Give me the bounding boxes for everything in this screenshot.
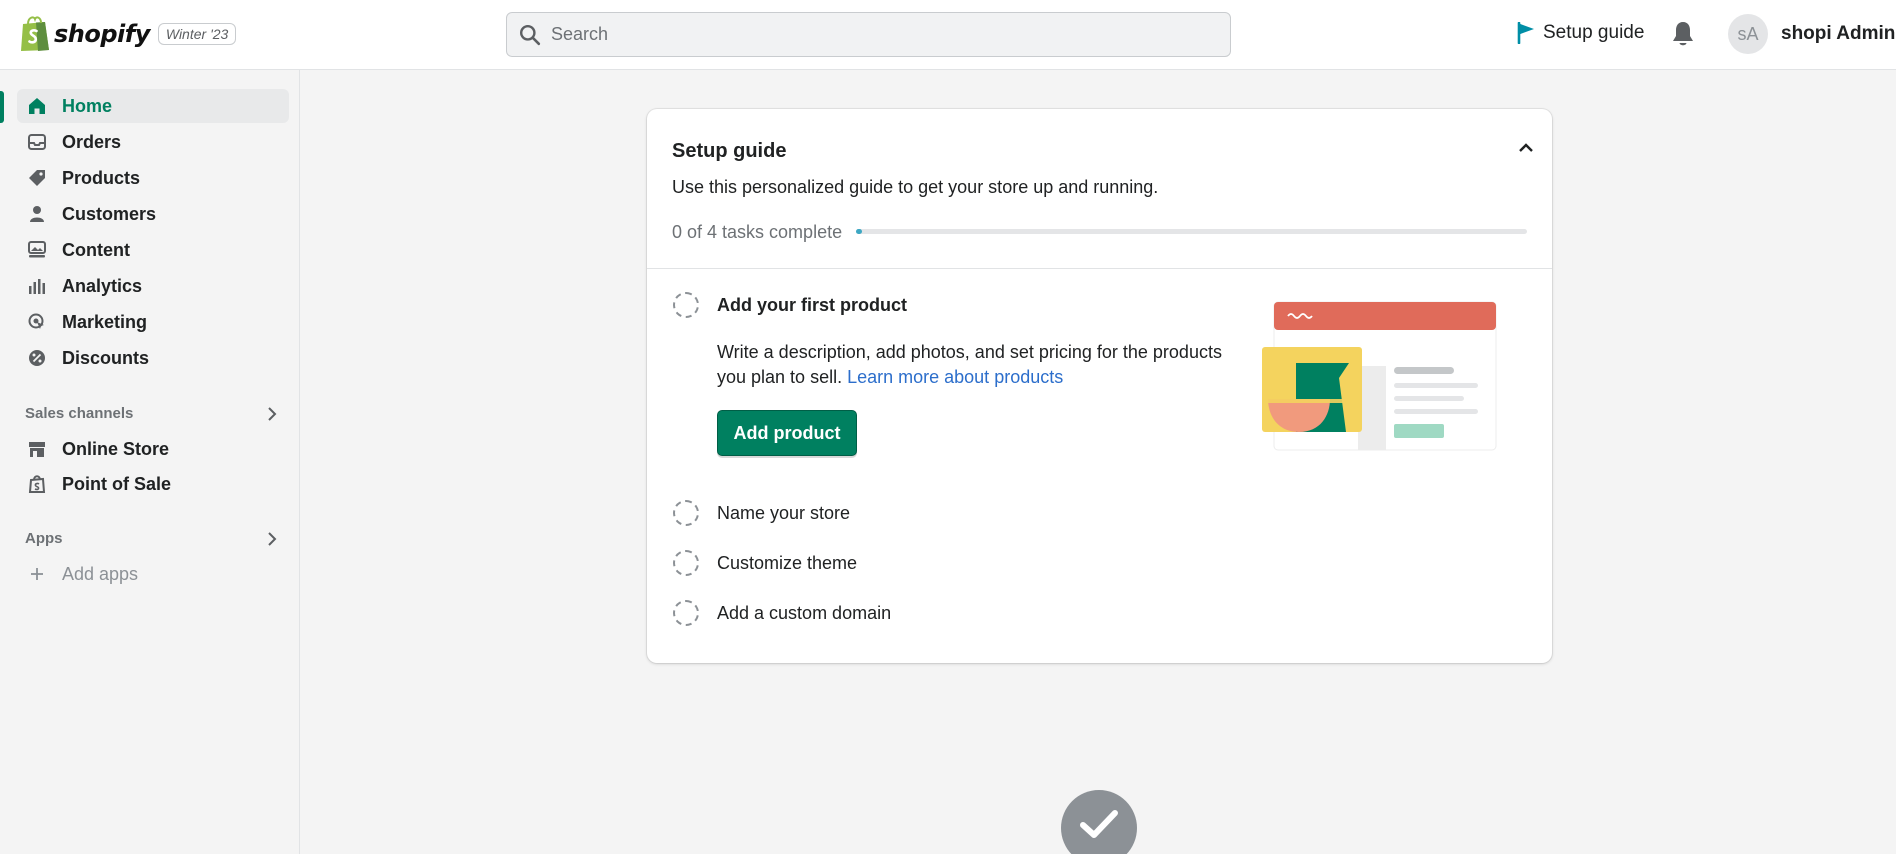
apps-heading: Apps xyxy=(25,530,63,547)
sidebar-item-label: Orders xyxy=(62,131,122,152)
sidebar-item-add-apps[interactable]: Add apps xyxy=(17,557,289,591)
card-title: Setup guide xyxy=(672,140,787,162)
sidebar-item-label: Point of Sale xyxy=(62,473,172,494)
search-icon xyxy=(519,24,541,45)
sidebar-item-label: Analytics xyxy=(62,275,143,296)
sidebar-item-label: Marketing xyxy=(62,311,148,332)
setup-guide-label: Setup guide xyxy=(1543,22,1645,43)
task-status-circle[interactable] xyxy=(673,500,699,526)
home-icon xyxy=(27,96,47,116)
shopify-bag-icon xyxy=(21,16,49,51)
brand-wordmark: shopify xyxy=(54,19,150,48)
task-description: Write a description, add photos, and set… xyxy=(717,340,1237,390)
product-illustration xyxy=(1262,301,1497,451)
divider xyxy=(647,268,1552,269)
sidebar-item-label: Add apps xyxy=(62,563,139,584)
person-icon xyxy=(27,204,47,224)
checkmark-circle-icon xyxy=(1061,790,1137,854)
task-status-circle[interactable] xyxy=(673,600,699,626)
setup-guide-card: Setup guide Use this personalized guide … xyxy=(647,109,1552,663)
learn-more-link[interactable]: Learn more about products xyxy=(847,367,1063,387)
sales-channels-header[interactable]: Sales channels xyxy=(25,405,277,422)
edition-badge: Winter '23 xyxy=(157,22,237,45)
sidebar-item-content[interactable]: Content xyxy=(17,233,289,267)
sidebar-item-label: Online Store xyxy=(62,438,170,459)
task-custom-domain[interactable]: Add a custom domain xyxy=(717,603,891,624)
user-menu[interactable]: sA shopi Admin xyxy=(1728,14,1895,54)
sidebar-item-products[interactable]: Products xyxy=(17,161,289,195)
sidebar-item-label: Customers xyxy=(62,203,157,224)
chevron-right-icon xyxy=(268,531,277,546)
task-customize-theme[interactable]: Customize theme xyxy=(717,553,857,574)
sidebar-item-discounts[interactable]: Discounts xyxy=(17,341,289,375)
task-status-circle[interactable] xyxy=(673,292,699,318)
image-icon xyxy=(27,240,47,260)
add-product-button[interactable]: Add product xyxy=(717,410,857,456)
plus-icon xyxy=(27,564,47,584)
target-icon xyxy=(27,312,47,332)
flag-icon xyxy=(1517,22,1534,44)
sidebar-item-home[interactable]: Home xyxy=(17,89,289,123)
progress-bar xyxy=(856,229,1527,234)
top-bar: shopify Winter '23 Setup guide sA shopi … xyxy=(0,0,1896,70)
search-bar[interactable] xyxy=(506,12,1231,57)
shopify-logo[interactable]: shopify Winter '23 xyxy=(18,15,237,52)
progress-text: 0 of 4 tasks complete xyxy=(672,222,843,242)
sidebar-item-label: Content xyxy=(62,239,130,260)
inbox-icon xyxy=(27,132,47,152)
sidebar-item-online-store[interactable]: Online Store xyxy=(17,432,289,466)
progress-fill xyxy=(856,229,862,234)
sidebar: Home Orders Products Customers Content A… xyxy=(0,70,300,854)
chevron-right-icon xyxy=(268,406,277,421)
pos-bag-icon xyxy=(27,474,47,494)
card-subtitle: Use this personalized guide to get your … xyxy=(672,177,1159,197)
store-icon xyxy=(27,439,47,459)
task-add-product-title[interactable]: Add your first product xyxy=(717,295,907,316)
bar-chart-icon xyxy=(27,276,47,296)
sidebar-item-analytics[interactable]: Analytics xyxy=(17,269,289,303)
tag-icon xyxy=(27,168,47,188)
sales-channels-heading: Sales channels xyxy=(25,405,134,422)
sidebar-item-label: Discounts xyxy=(62,347,150,368)
task-status-circle[interactable] xyxy=(673,550,699,576)
active-indicator xyxy=(0,91,4,123)
task-name-store[interactable]: Name your store xyxy=(717,503,850,524)
sidebar-item-label: Home xyxy=(62,95,113,116)
notifications-button[interactable] xyxy=(1671,20,1695,53)
user-name: shopi Admin xyxy=(1781,23,1896,44)
bell-icon xyxy=(1673,22,1693,46)
sidebar-item-marketing[interactable]: Marketing xyxy=(17,305,289,339)
sidebar-item-point-of-sale[interactable]: Point of Sale xyxy=(17,467,289,501)
discount-icon xyxy=(27,348,47,368)
collapse-button[interactable] xyxy=(1518,141,1534,159)
search-input[interactable] xyxy=(551,24,1201,45)
sidebar-item-orders[interactable]: Orders xyxy=(17,125,289,159)
apps-header[interactable]: Apps xyxy=(25,530,277,547)
avatar: sA xyxy=(1728,14,1768,54)
setup-guide-link[interactable]: Setup guide xyxy=(1517,22,1644,44)
chevron-up-icon xyxy=(1519,143,1533,152)
sidebar-item-label: Products xyxy=(62,167,141,188)
sidebar-item-customers[interactable]: Customers xyxy=(17,197,289,231)
